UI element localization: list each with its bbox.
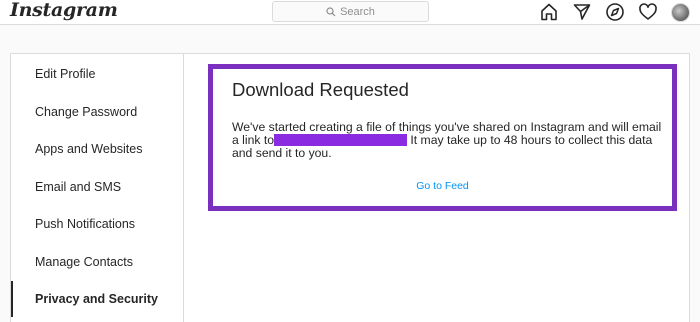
sidebar-item-edit-profile[interactable]: Edit Profile: [11, 56, 183, 92]
sidebar-item-label: Change Password: [35, 105, 138, 119]
direct-icon[interactable]: [572, 2, 592, 22]
home-icon[interactable]: [539, 2, 559, 22]
sidebar-item-email-and-sms[interactable]: Email and SMS: [11, 169, 183, 205]
sidebar-item-label: Push Notifications: [35, 217, 136, 231]
settings-sidebar: Edit Profile Change Password Apps and We…: [11, 54, 184, 322]
sidebar-item-label: Edit Profile: [35, 67, 96, 81]
nav-icons: [539, 2, 690, 22]
search-placeholder: Search: [340, 5, 375, 18]
settings-card: Edit Profile Change Password Apps and We…: [10, 53, 690, 322]
sidebar-item-label: Apps and Websites: [35, 142, 143, 156]
sidebar-item-label: Manage Contacts: [35, 255, 133, 269]
activity-heart-icon[interactable]: [638, 2, 658, 22]
search-icon: [326, 6, 336, 16]
go-to-feed-link[interactable]: Go to Feed: [213, 180, 672, 192]
sidebar-item-manage-contacts[interactable]: Manage Contacts: [11, 244, 183, 280]
sidebar-item-apps-and-websites[interactable]: Apps and Websites: [11, 131, 183, 167]
redacted-email: [274, 134, 408, 146]
sidebar-item-push-notifications[interactable]: Push Notifications: [11, 206, 183, 242]
sidebar-item-label: Email and SMS: [35, 180, 122, 194]
sidebar-item-label: Privacy and Security: [35, 292, 158, 306]
sidebar-item-privacy-and-security[interactable]: Privacy and Security: [11, 281, 183, 317]
download-requested-panel: Download Requested We've started creatin…: [208, 64, 677, 211]
page-title: Download Requested: [232, 79, 409, 100]
explore-icon[interactable]: [605, 2, 625, 22]
top-navigation-bar: Instagram Search: [0, 0, 700, 25]
download-message: We've started creating a file of things …: [232, 121, 662, 160]
search-input[interactable]: Search: [272, 1, 429, 22]
profile-avatar[interactable]: [671, 2, 690, 22]
instagram-logo[interactable]: Instagram: [10, 0, 118, 21]
sidebar-item-change-password[interactable]: Change Password: [11, 94, 183, 130]
